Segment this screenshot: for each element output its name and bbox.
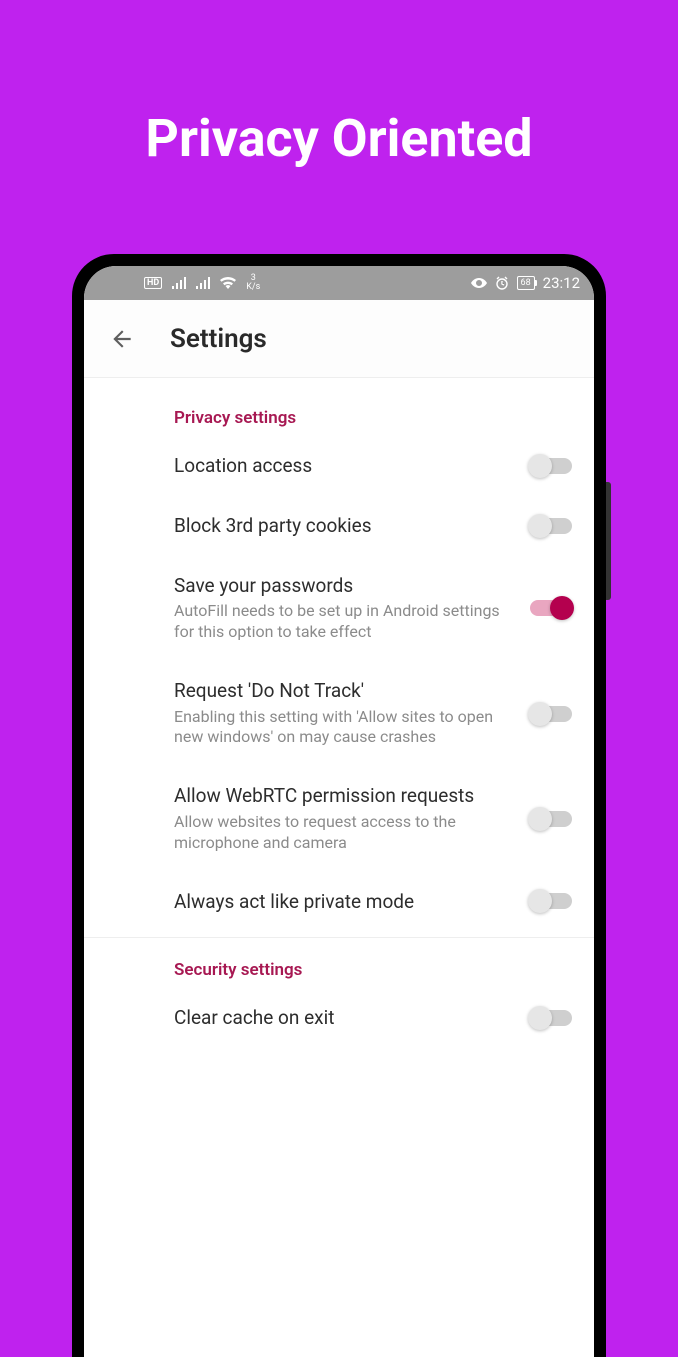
toggle-private-mode[interactable] <box>530 893 572 909</box>
wifi-icon <box>220 277 236 289</box>
setting-subtitle: AutoFill needs to be set up in Android s… <box>174 601 520 643</box>
phone-side-button <box>606 482 611 600</box>
battery-level: 68 <box>521 277 531 290</box>
setting-location-access[interactable]: Location access <box>84 436 594 496</box>
setting-title: Block 3rd party cookies <box>174 514 520 538</box>
setting-title: Allow WebRTC permission requests <box>174 784 520 808</box>
toggle-block-cookies[interactable] <box>530 518 572 534</box>
setting-webrtc[interactable]: Allow WebRTC permission requests Allow w… <box>84 766 594 871</box>
section-header-privacy: Privacy settings <box>84 378 594 436</box>
setting-clear-cache[interactable]: Clear cache on exit <box>84 988 594 1048</box>
setting-title: Location access <box>174 454 520 478</box>
toggle-clear-cache[interactable] <box>530 1010 572 1026</box>
signal-icon-2 <box>196 277 210 289</box>
alarm-icon <box>495 276 509 290</box>
signal-icon-1 <box>172 277 186 289</box>
app-bar: Settings <box>84 300 594 378</box>
section-header-security: Security settings <box>84 938 594 988</box>
setting-save-passwords[interactable]: Save your passwords AutoFill needs to be… <box>84 556 594 661</box>
setting-subtitle: Enabling this setting with 'Allow sites … <box>174 707 520 749</box>
setting-title: Always act like private mode <box>174 890 520 914</box>
hero-title: Privacy Oriented <box>0 0 678 169</box>
phone-frame: HD 3 K/s <box>72 254 606 1357</box>
eye-icon <box>471 278 487 288</box>
arrow-back-icon <box>109 326 135 352</box>
settings-content[interactable]: Privacy settings Location access Block 3… <box>84 378 594 1357</box>
setting-title: Clear cache on exit <box>174 1006 520 1030</box>
setting-private-mode[interactable]: Always act like private mode <box>84 872 594 932</box>
network-speed: 3 K/s <box>246 274 260 292</box>
toggle-location-access[interactable] <box>530 458 572 474</box>
status-bar: HD 3 K/s <box>84 266 594 300</box>
setting-subtitle: Allow websites to request access to the … <box>174 812 520 854</box>
setting-block-cookies[interactable]: Block 3rd party cookies <box>84 496 594 556</box>
toggle-save-passwords[interactable] <box>530 600 572 616</box>
app-title: Settings <box>170 324 267 354</box>
phone-screen: HD 3 K/s <box>84 266 594 1357</box>
status-time: 23:12 <box>543 274 580 292</box>
setting-title: Request 'Do Not Track' <box>174 679 520 703</box>
back-button[interactable] <box>100 317 144 361</box>
network-speed-unit: K/s <box>246 283 260 292</box>
toggle-do-not-track[interactable] <box>530 706 572 722</box>
toggle-webrtc[interactable] <box>530 811 572 827</box>
battery-icon: 68 <box>517 276 535 291</box>
hd-icon: HD <box>144 277 162 290</box>
setting-title: Save your passwords <box>174 574 520 598</box>
setting-do-not-track[interactable]: Request 'Do Not Track' Enabling this set… <box>84 661 594 766</box>
